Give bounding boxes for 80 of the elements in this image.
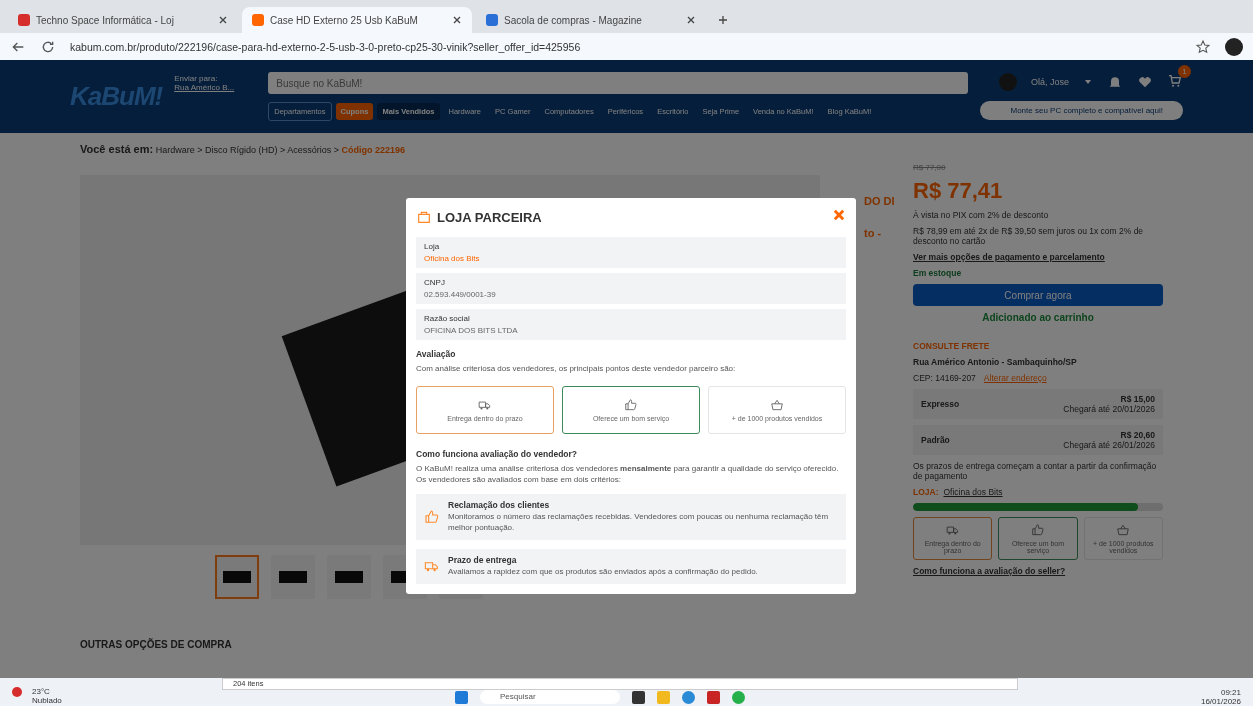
criterion-text: Monitoramos o número das reclamações recebidas. Vendedores com poucas ou nenhuma reclamação têm melhor pontuação. xyxy=(448,512,830,534)
close-icon[interactable] xyxy=(218,15,228,25)
field-value: OFICINA DOS BITS LTDA xyxy=(424,326,519,335)
promo-banner[interactable]: Monte seu PC completo e compatível aqui! xyxy=(980,101,1183,120)
cart-count: 1 xyxy=(1178,65,1191,78)
truck-icon xyxy=(945,523,960,537)
thumbs-up-icon xyxy=(624,397,638,412)
taskbar-search[interactable]: Pesquisar xyxy=(480,690,620,704)
clock-date: 16/01/2026 xyxy=(1200,697,1241,706)
star-icon[interactable] xyxy=(1195,38,1211,55)
product-thumbnail[interactable] xyxy=(271,555,315,599)
temperature: 23°C xyxy=(32,687,51,696)
field-label: Razão social xyxy=(424,314,471,323)
browser-tab[interactable]: Case HD Externo 25 Usb KaBuM xyxy=(242,7,472,33)
browser-icon[interactable] xyxy=(682,690,695,704)
favicon-icon xyxy=(18,14,30,26)
bell-icon[interactable] xyxy=(1107,74,1123,90)
old-price: R$ 77,00 xyxy=(913,163,947,172)
product-title: to - xyxy=(864,227,883,239)
weather-text: Nublado xyxy=(32,696,62,705)
product-title: DO DI xyxy=(864,195,895,207)
app-icon[interactable] xyxy=(707,690,720,704)
tab-title: Sacola de compras - Magazine xyxy=(504,14,642,26)
dialog-title: LOJA PARCEIRA xyxy=(437,209,542,225)
shipping-option[interactable]: Expresso R$ 15,00 Chegará até 20/01/2026 xyxy=(913,389,1163,419)
bag-icon xyxy=(416,209,432,225)
cep-text: CEP: 14169-207 xyxy=(913,373,976,383)
shipping-note: Os prazos de entrega começam a contar a partir da confirmação de pagamento xyxy=(913,461,1158,481)
section-heading: Avaliação xyxy=(416,349,457,359)
field-label: Loja xyxy=(424,242,441,251)
tab-title: Case HD Externo 25 Usb KaBuM xyxy=(270,14,418,26)
criterion-title: Prazo de entrega xyxy=(448,555,518,565)
product-thumbnail[interactable] xyxy=(215,555,259,599)
heart-icon[interactable] xyxy=(1137,74,1153,90)
start-icon[interactable] xyxy=(455,690,468,704)
criterion-text: Avaliamos a rapidez com que os produtos são enviados após a confirmação do pedido. xyxy=(448,567,758,578)
stock-status: Em estoque xyxy=(913,268,963,278)
breadcrumb: Você está em: Hardware > Disco Rígido (HD) > Acessórios > Código 222196 xyxy=(80,143,407,155)
field-label: CNPJ xyxy=(424,278,446,287)
payment-options-link[interactable]: Ver mais opções de pagamento e parcelamento xyxy=(913,252,1163,262)
buy-now-button[interactable]: Comprar agora xyxy=(913,284,1163,306)
field-value[interactable]: Oficina dos Bits xyxy=(424,254,838,263)
field-value: 02.593.449/0001-39 xyxy=(424,290,497,299)
product-thumbnail[interactable] xyxy=(327,555,371,599)
seller-label: LOJA: xyxy=(913,487,939,497)
ship-to-link[interactable]: Enviar para: Rua Américo B... xyxy=(174,74,255,92)
cart-icon[interactable] xyxy=(1167,73,1183,89)
profile-avatar[interactable] xyxy=(1225,37,1243,56)
rating-intro: Com análise criteriosa dos vendedores, os principais pontos deste vendedor parceiro são: xyxy=(416,364,737,375)
clock-time: 09:21 xyxy=(1220,688,1241,697)
added-to-cart-text: Adicionado ao carrinho xyxy=(981,312,1095,323)
basket-icon xyxy=(1116,523,1131,537)
chat-icon[interactable] xyxy=(732,690,745,704)
browser-tab[interactable]: Sacola de compras - Magazine xyxy=(476,7,706,33)
basket-icon xyxy=(770,397,784,412)
shipping-address: Rua Américo Antonio - Sambaquinho/SP xyxy=(913,357,1078,367)
favicon-icon xyxy=(252,14,264,26)
shipping-option[interactable]: Padrão R$ 20,60 Chegará até 26/01/2026 xyxy=(913,425,1163,455)
search-field[interactable]: Busque no KaBuM! xyxy=(268,72,969,94)
seller-rating-link[interactable]: Como funciona a avaliação do seller? xyxy=(913,566,1163,576)
installments-text: R$ 78,99 em até 2x de R$ 39,50 sem juros ou 1x com 2% de desconto no cartão xyxy=(913,226,1145,246)
close-icon[interactable] xyxy=(452,15,462,25)
shipping-heading: CONSULTE FRETE xyxy=(913,341,991,351)
weather-icon[interactable] xyxy=(12,687,22,697)
user-menu[interactable]: Olá, Jose xyxy=(1030,77,1069,87)
close-icon[interactable] xyxy=(686,15,696,25)
thumbs-up-icon xyxy=(424,509,440,526)
new-tab-icon[interactable] xyxy=(718,15,728,25)
criterion-title: Reclamação dos clientes xyxy=(448,500,551,511)
tab-title: Techno Space Informática - Loj xyxy=(36,14,174,26)
browser-tab[interactable]: Techno Space Informática - Loj xyxy=(8,7,238,33)
price: R$ 77,41 xyxy=(913,178,1004,204)
thumbs-up-icon xyxy=(1031,523,1045,537)
section-heading: Como funciona avaliação do vendedor? xyxy=(416,448,579,459)
pix-note: À vista no PIX com 2% de desconto xyxy=(913,210,1050,220)
section-heading: OUTRAS OPÇÕES DE COMPRA xyxy=(80,639,233,650)
seller-link[interactable]: Oficina dos Bits xyxy=(943,487,1003,497)
app-icon[interactable] xyxy=(632,690,645,704)
rating-explanation: O KaBuM! realiza uma análise criteriosa dos vendedores mensalmente para garantir a qualidade do serviço oferecido. Os vendedores são avaliados com base em dois critérios: xyxy=(416,463,840,486)
favicon-icon xyxy=(486,14,498,26)
